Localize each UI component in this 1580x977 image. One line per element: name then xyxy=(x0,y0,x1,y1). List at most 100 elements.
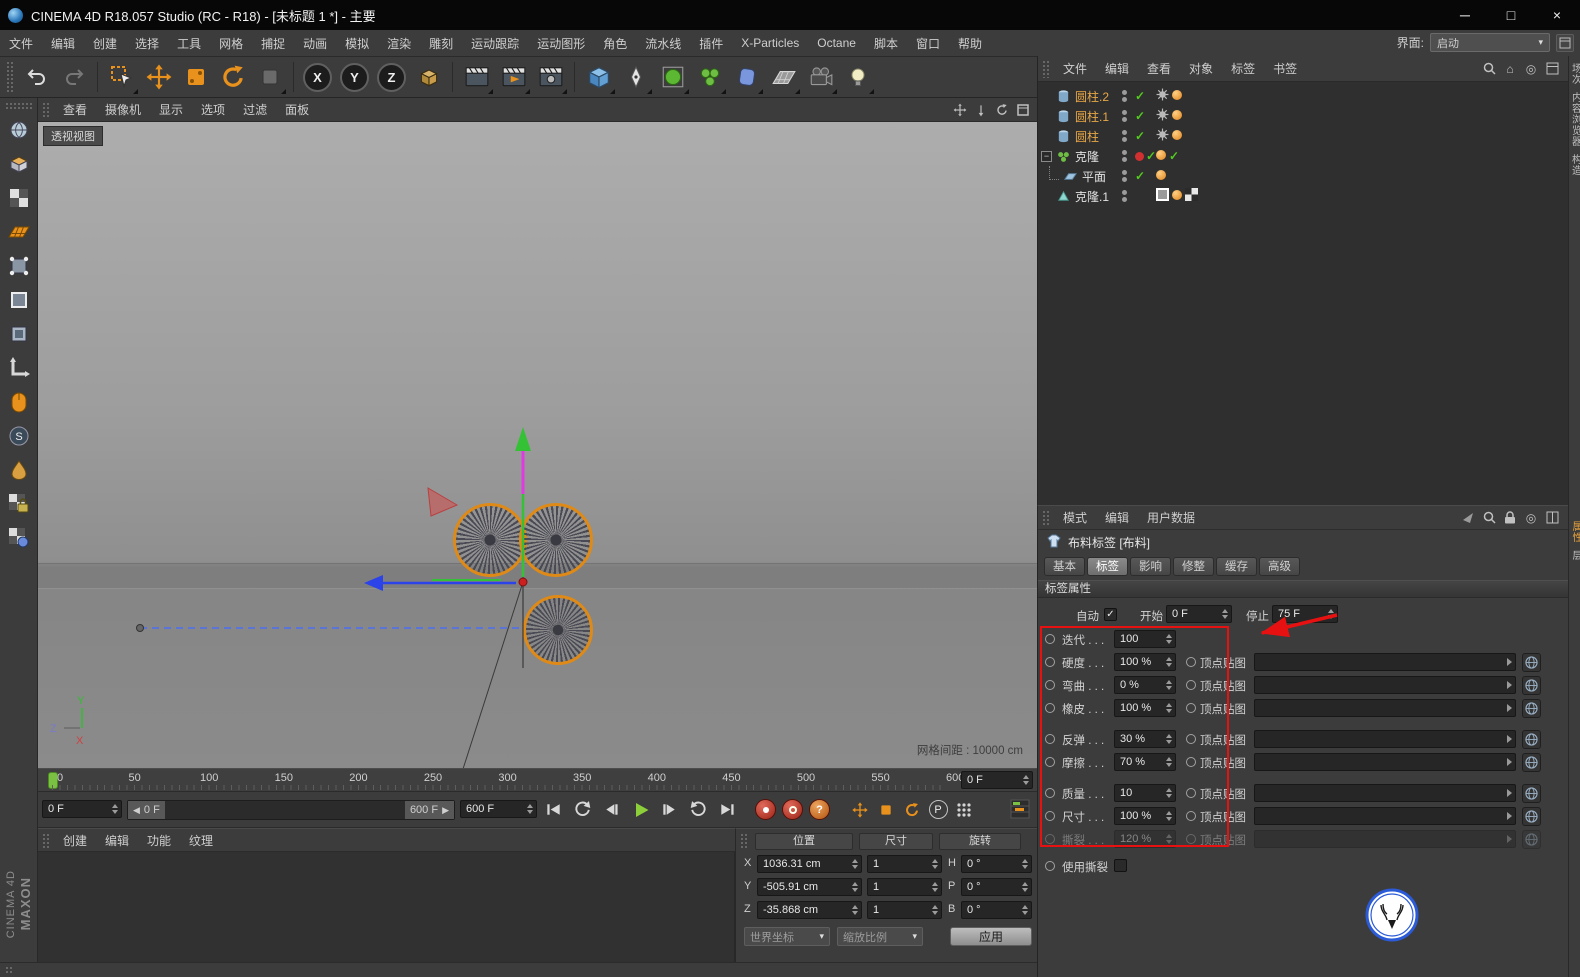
enabled-check-icon[interactable]: ✓ xyxy=(1146,150,1156,162)
keyframe-circle-icon[interactable] xyxy=(1045,703,1055,713)
toolbar-grip[interactable] xyxy=(5,60,14,94)
attribute-tab[interactable]: 缓存 xyxy=(1216,556,1257,576)
vertex-map-field[interactable] xyxy=(1254,807,1516,825)
spinner-arrows[interactable] xyxy=(1166,788,1172,798)
object-name[interactable]: 圆柱 xyxy=(1075,128,1099,145)
tag-burst-icon[interactable] xyxy=(1156,108,1169,124)
object-menu-item[interactable]: 对象 xyxy=(1180,60,1222,77)
tag-orange-icon[interactable] xyxy=(1172,129,1182,143)
scale-mode-select[interactable]: 缩放比例 ▾ xyxy=(837,927,923,946)
visibility-dots[interactable] xyxy=(1122,148,1127,164)
object-menu-item[interactable]: 编辑 xyxy=(1096,60,1138,77)
add-deformer-button[interactable] xyxy=(728,59,765,96)
keyframe-circle-icon[interactable] xyxy=(1045,757,1055,767)
add-cube-button[interactable] xyxy=(580,59,617,96)
keyframe-selection-button[interactable]: ? xyxy=(809,799,830,820)
add-cloner-button[interactable] xyxy=(691,59,728,96)
om-filter-icon[interactable]: ◎ xyxy=(1523,61,1539,77)
keyframe-circle-icon[interactable] xyxy=(1186,757,1196,767)
record-keyframe-button[interactable] xyxy=(755,799,776,820)
apply-button[interactable]: 应用 xyxy=(950,927,1032,946)
material-menu-item[interactable]: 功能 xyxy=(138,832,180,849)
menu-item[interactable]: 动画 xyxy=(294,35,336,52)
stop-field[interactable]: 75 F xyxy=(1272,605,1338,623)
object-menu-item[interactable]: 查看 xyxy=(1138,60,1180,77)
object-name[interactable]: 平面 xyxy=(1082,168,1106,185)
mini-move-button[interactable] xyxy=(848,798,872,822)
side-tab[interactable]: 层 xyxy=(1568,550,1580,561)
workplane-mode-button[interactable] xyxy=(2,215,36,248)
keyframe-circle-icon[interactable] xyxy=(1186,811,1196,821)
keyframe-circle-icon[interactable] xyxy=(1186,657,1196,667)
tag-selected-icon[interactable] xyxy=(1156,188,1169,204)
om-panel-icon[interactable] xyxy=(1544,61,1560,77)
tag-burst-icon[interactable] xyxy=(1156,88,1169,104)
maximize-button[interactable]: □ xyxy=(1488,0,1534,30)
position-field[interactable]: -505.91 cm xyxy=(757,878,862,896)
param-value-field[interactable]: 0 % xyxy=(1114,676,1176,694)
tag-check-icon[interactable]: ✓ xyxy=(1169,149,1179,163)
model-mode-button[interactable] xyxy=(2,147,36,180)
coordinate-system-button[interactable] xyxy=(410,59,447,96)
menu-item[interactable]: 脚本 xyxy=(865,35,907,52)
keyframe-grid-button[interactable] xyxy=(952,798,976,822)
autokey-button[interactable] xyxy=(782,799,803,820)
auto-checkbox[interactable]: ✓ xyxy=(1104,608,1117,621)
loop-button[interactable] xyxy=(685,796,712,823)
menu-item[interactable]: 捕捉 xyxy=(252,35,294,52)
attribute-tab[interactable]: 修整 xyxy=(1173,556,1214,576)
keyframe-circle-icon[interactable] xyxy=(1186,734,1196,744)
attribute-tab[interactable]: 高级 xyxy=(1259,556,1300,576)
spinner-arrows[interactable] xyxy=(1166,734,1172,744)
menu-item[interactable]: 网格 xyxy=(210,35,252,52)
ruler-frame-field[interactable]: 0 F xyxy=(961,771,1033,789)
shader-globe-icon[interactable] xyxy=(1522,676,1541,695)
object-row[interactable]: 圆柱 ✓ xyxy=(1038,126,1568,146)
undo-button[interactable] xyxy=(18,59,55,96)
goto-end-button[interactable] xyxy=(714,796,741,823)
parameter-record-button[interactable]: P xyxy=(926,798,950,822)
spinner-arrows[interactable] xyxy=(527,804,533,814)
add-spline-button[interactable] xyxy=(617,59,654,96)
object-row[interactable]: 圆柱.1 ✓ xyxy=(1038,106,1568,126)
viewport-menu-item[interactable]: 面板 xyxy=(276,101,318,118)
menu-item[interactable]: 文件 xyxy=(0,35,42,52)
add-floor-button[interactable] xyxy=(765,59,802,96)
object-origin-point[interactable] xyxy=(518,577,528,587)
keyframe-circle-icon[interactable] xyxy=(1045,734,1055,744)
attribute-tab[interactable]: 基本 xyxy=(1044,556,1085,576)
snap-button[interactable]: S xyxy=(2,419,36,452)
paint-button[interactable] xyxy=(2,453,36,486)
keyframe-circle-icon[interactable] xyxy=(1045,811,1055,821)
x-axis-arrow-icon[interactable] xyxy=(364,575,383,591)
quantize-button[interactable] xyxy=(2,521,36,554)
object-name[interactable]: 圆柱.2 xyxy=(1075,88,1109,105)
menu-item[interactable]: 编辑 xyxy=(42,35,84,52)
viewport-menu-item[interactable]: 选项 xyxy=(192,101,234,118)
keyframe-circle-icon[interactable] xyxy=(1045,834,1055,844)
object-menu-item[interactable]: 文件 xyxy=(1054,60,1096,77)
edges-mode-button[interactable] xyxy=(2,283,36,316)
workplane-lock-button[interactable] xyxy=(2,487,36,520)
attribute-grip[interactable] xyxy=(1041,509,1050,526)
end-frame-field[interactable]: 600 F xyxy=(460,800,537,818)
render-settings-button[interactable] xyxy=(532,59,569,96)
menu-item[interactable]: 流水线 xyxy=(636,35,690,52)
interface-select[interactable]: 启动 ▾ xyxy=(1430,33,1550,52)
param-value-field[interactable]: 100 xyxy=(1114,630,1176,648)
disabled-dot-icon[interactable] xyxy=(1135,151,1144,161)
keyframe-circle-icon[interactable] xyxy=(1045,657,1055,667)
shader-globe-icon[interactable] xyxy=(1522,653,1541,672)
convert-editable-button[interactable] xyxy=(2,113,36,146)
am-target-icon[interactable]: ◎ xyxy=(1523,510,1539,526)
play-button[interactable] xyxy=(627,796,654,823)
viewport-menu-item[interactable]: 过滤 xyxy=(234,101,276,118)
shader-globe-icon[interactable] xyxy=(1522,730,1541,749)
spinner-arrows[interactable] xyxy=(112,804,118,814)
attribute-tab[interactable]: 影响 xyxy=(1130,556,1171,576)
material-list-area[interactable] xyxy=(38,852,735,962)
tag-orange-icon[interactable] xyxy=(1172,189,1182,203)
keyframe-circle-icon[interactable] xyxy=(1045,634,1055,644)
tag-burst-icon[interactable] xyxy=(1156,128,1169,144)
object-name[interactable]: 克隆 xyxy=(1075,148,1099,165)
